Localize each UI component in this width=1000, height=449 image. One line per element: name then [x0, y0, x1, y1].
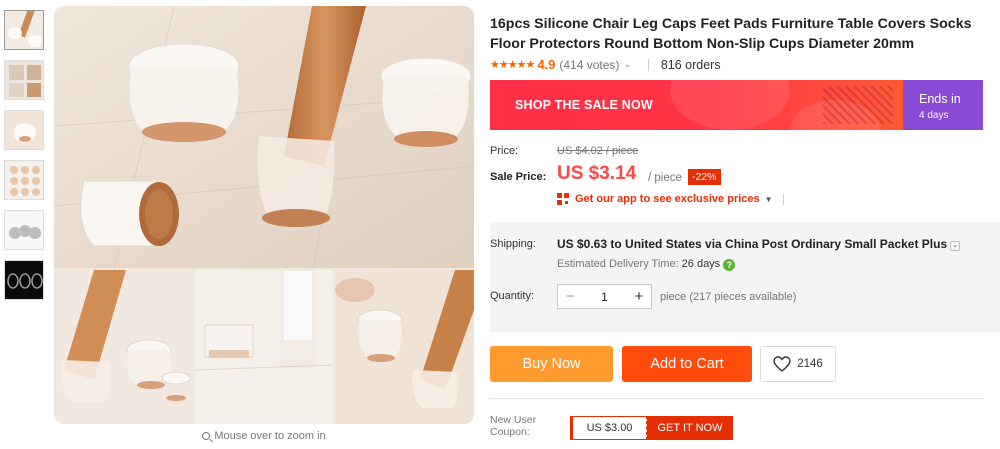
shop-sale-label: SHOP THE SALE NOW	[515, 98, 653, 112]
thumbnail-5[interactable]	[4, 210, 44, 250]
new-user-coupon: US $3.00 GET IT NOW	[570, 416, 733, 440]
shipping-label: Shipping:	[490, 238, 536, 250]
divider	[782, 193, 784, 205]
help-icon[interactable]: ?	[723, 259, 736, 271]
shipping-method[interactable]: US $0.63 to United States via China Post…	[557, 237, 961, 251]
get-coupon-button[interactable]: GET IT NOW	[647, 416, 733, 440]
detail-image-2[interactable]	[195, 270, 333, 424]
product-title: 16pcs Silicone Chair Leg Caps Feet Pads …	[490, 16, 972, 52]
rating-row: ★★★★★ 4.9 (414 votes) ⌄ 816 orders	[490, 57, 721, 72]
wishlist-count: 2146	[797, 358, 823, 370]
sale-price-label: Sale Price:	[490, 171, 547, 183]
thumbnail-6[interactable]	[4, 260, 44, 300]
star-rating-icon: ★★★★★	[490, 59, 535, 71]
thumbnail-2[interactable]	[4, 60, 44, 100]
thumbnail-4[interactable]	[4, 160, 44, 200]
delivery-value: 26 days	[681, 258, 721, 270]
app-promo-link[interactable]: Get our app to see exclusive prices ▼	[557, 193, 784, 205]
shop-sale-button[interactable]: SHOP THE SALE NOW	[490, 80, 903, 130]
thumbnail-1[interactable]	[4, 10, 44, 50]
sale-countdown: Ends in 4 days	[903, 80, 983, 130]
quantity-stepper: − 1 +	[557, 284, 652, 309]
zoom-hint: Mouse over to zoom in	[54, 430, 474, 442]
discount-badge: -22%	[688, 169, 721, 185]
app-promo-text: Get our app to see exclusive prices	[575, 193, 760, 205]
decrease-quantity-button[interactable]: −	[558, 288, 582, 305]
detail-image-1[interactable]	[54, 270, 193, 424]
price-label: Price:	[490, 145, 519, 157]
quantity-label: Quantity:	[490, 290, 535, 302]
rating-value: 4.9	[537, 57, 556, 72]
chevron-down-icon[interactable]: ⌄	[623, 59, 631, 70]
orders-count: 816 orders	[660, 57, 721, 72]
ends-in-label: Ends in	[919, 92, 961, 106]
increase-quantity-button[interactable]: +	[627, 288, 651, 305]
thumbnail-3[interactable]	[4, 110, 44, 150]
chevron-down-icon[interactable]: ⌄	[950, 241, 961, 251]
sale-banner[interactable]: SHOP THE SALE NOW Ends in 4 days	[490, 80, 983, 130]
sale-price: US $3.14	[557, 163, 637, 184]
price-unit: / piece	[648, 172, 682, 184]
buy-now-button[interactable]: Buy Now	[490, 346, 613, 382]
coupon-value: US $3.00	[570, 416, 647, 440]
shipping-method-text: US $0.63 to United States via China Post…	[557, 237, 948, 251]
divider	[490, 398, 983, 399]
votes-count[interactable]: (414 votes)	[559, 58, 619, 72]
main-product-image[interactable]	[54, 6, 474, 268]
thumbnail-list	[4, 10, 46, 310]
coupon-label: New User Coupon:	[490, 414, 537, 438]
heart-icon	[773, 356, 791, 372]
add-to-cart-button[interactable]: Add to Cart	[622, 346, 752, 382]
qr-code-icon	[557, 193, 569, 205]
original-price: US $4.02 / piece	[557, 145, 639, 157]
magnifier-icon	[202, 432, 211, 440]
delivery-estimate: Estimated Delivery Time: 26 days?	[557, 258, 736, 271]
quantity-input[interactable]: 1	[582, 290, 627, 304]
divider	[647, 58, 649, 71]
ends-in-value: 4 days	[919, 110, 949, 121]
caret-down-icon: ▼	[764, 194, 773, 204]
product-image-gallery[interactable]	[54, 6, 474, 424]
detail-image-3[interactable]	[335, 270, 474, 424]
delivery-label: Estimated Delivery Time:	[557, 258, 679, 270]
availability-text: piece (217 pieces available)	[660, 291, 797, 303]
wishlist-button[interactable]: 2146	[760, 346, 836, 382]
